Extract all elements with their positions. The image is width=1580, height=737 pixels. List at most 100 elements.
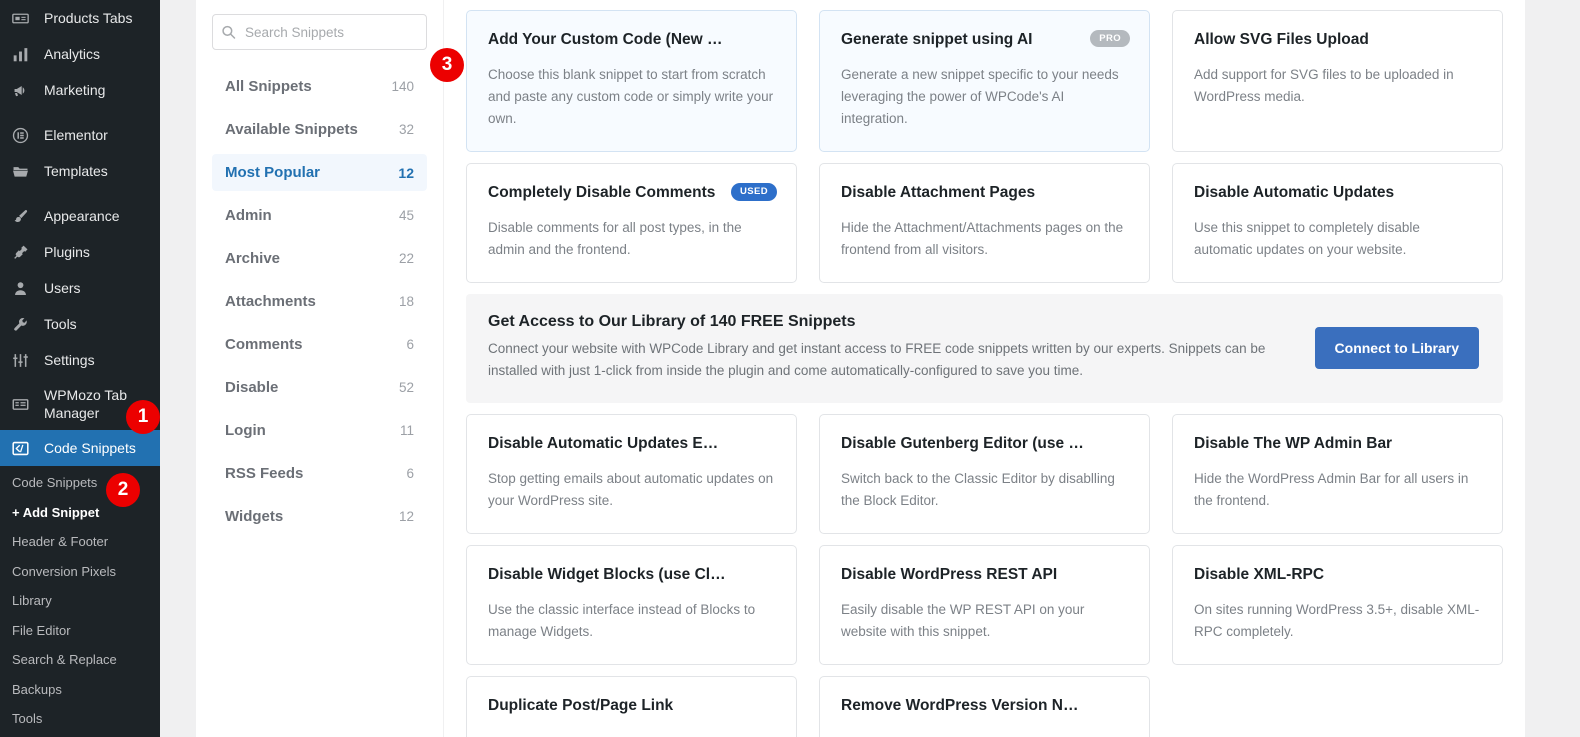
- snippet-card-add-your-custom-code-new-snippet[interactable]: Add Your Custom Code (New Snippet) Choose…: [466, 10, 797, 153]
- sidebar-item-label: Products Tabs: [44, 9, 133, 26]
- category-item-disable[interactable]: Disable 52: [212, 369, 427, 406]
- folder-icon: [12, 161, 36, 181]
- snippet-card-disable-xml-rpc[interactable]: Disable XML-RPC On sites running WordPres…: [1172, 545, 1503, 666]
- snippet-card-title: Disable Automatic Updates: [1194, 184, 1395, 202]
- category-label: Most Popular: [225, 164, 321, 181]
- snippet-row: Disable Widget Blocks (use Classic Wid..…: [466, 545, 1503, 666]
- category-item-attachments[interactable]: Attachments 18: [212, 283, 427, 320]
- sidebar-item-label: Code Snippets: [44, 440, 136, 457]
- elementor-icon: [12, 125, 36, 145]
- category-count: 6: [406, 466, 414, 481]
- category-count: 140: [391, 79, 414, 94]
- category-item-all-snippets[interactable]: All Snippets 140: [212, 68, 427, 105]
- category-count: 6: [406, 337, 414, 352]
- sidebar-item-label: Appearance: [44, 207, 120, 224]
- wp-admin-screen: Products Tabs Analytics Marketing Elementor…: [0, 0, 1580, 737]
- sidebar-item-settings[interactable]: Settings: [0, 342, 160, 378]
- snippet-card-disable-widget-blocks-use-classic-wid[interactable]: Disable Widget Blocks (use Classic Wid..…: [466, 545, 797, 666]
- category-label: Attachments: [225, 293, 316, 310]
- snippet-card-description: Hide the Attachment/Attachments pages on…: [841, 220, 1124, 258]
- sidebar-item-label: Marketing: [44, 81, 106, 98]
- snippet-card-description: Hide the WordPress Admin Bar for all use…: [1194, 471, 1469, 509]
- sidebar-item-templates[interactable]: Templates: [0, 153, 160, 189]
- sidebar-item-tools[interactable]: Tools: [0, 306, 160, 342]
- sidebar-item-elementor[interactable]: Elementor: [0, 117, 160, 153]
- category-label: Archive: [225, 250, 281, 267]
- snippet-card-remove-wordpress-version-number[interactable]: Remove WordPress Version Number: [819, 676, 1150, 737]
- sidebar-item-label: Tools: [44, 315, 77, 332]
- sidebar-item-label: Analytics: [44, 45, 101, 62]
- sidebar-item-label: Settings: [44, 351, 95, 368]
- category-count: 11: [399, 423, 414, 438]
- snippet-card-generate-snippet-using-ai[interactable]: Generate snippet using AI Generate a new …: [819, 10, 1150, 153]
- category-count: 12: [398, 509, 414, 524]
- snippet-card-allow-svg-files-upload[interactable]: Allow SVG Files Upload Add support for SV…: [1172, 10, 1503, 153]
- snippet-grid-top: Add Your Custom Code (New Snippet) Choose…: [466, 10, 1503, 284]
- snippet-card-title: Add Your Custom Code (New Snippet): [488, 31, 770, 48]
- submenu-item-add-snippet[interactable]: + Add Snippet: [0, 498, 160, 528]
- category-count: 32: [398, 122, 414, 137]
- user-icon: [12, 278, 36, 298]
- sidebar-item-plugins[interactable]: Plugins: [0, 234, 160, 270]
- product-tabs-icon: [12, 8, 36, 28]
- snippet-card-disable-wordpress-rest-api[interactable]: Disable WordPress REST API Easily disable…: [819, 545, 1150, 666]
- connect-to-library-button[interactable]: Connect to Library: [1314, 326, 1479, 369]
- category-item-login[interactable]: Login 11: [212, 412, 427, 449]
- snippet-card-description: Choose this blank snippet to start from …: [488, 67, 774, 127]
- wrench-icon: [12, 314, 36, 334]
- bar-chart-icon: [12, 44, 36, 64]
- snippet-row: Duplicate Post/Page Link Remove WordPress…: [466, 676, 1503, 737]
- snippet-card-description: Use the classic interface instead of Blo…: [488, 602, 756, 640]
- snippet-grid-bottom: Disable Automatic Updates Emails Stop get…: [466, 414, 1503, 737]
- sidebar-item-marketing[interactable]: Marketing: [0, 72, 160, 108]
- submenu-item-conversion-pixels[interactable]: Conversion Pixels: [0, 557, 160, 587]
- category-item-admin[interactable]: Admin 45: [212, 197, 427, 234]
- submenu-item-library[interactable]: Library: [0, 586, 160, 616]
- sidebar-item-analytics[interactable]: Analytics: [0, 36, 160, 72]
- sidebar-item-label: Elementor: [44, 126, 108, 143]
- sidebar-item-code-snippets[interactable]: Code Snippets: [0, 430, 160, 467]
- megaphone-icon: [12, 80, 36, 100]
- category-item-archive[interactable]: Archive 22: [212, 240, 427, 277]
- search-icon: [221, 25, 236, 40]
- submenu-item-tools[interactable]: Tools: [0, 704, 160, 734]
- tab-manager-icon: [12, 394, 36, 414]
- category-count: 45: [398, 208, 414, 223]
- category-item-widgets[interactable]: Widgets 12: [212, 498, 427, 535]
- step-marker-1: 1: [126, 400, 160, 434]
- snippet-row: Disable Automatic Updates Emails Stop get…: [466, 414, 1503, 535]
- wp-admin-sidebar: Products Tabs Analytics Marketing Elementor…: [0, 0, 160, 737]
- sidebar-item-users[interactable]: Users: [0, 270, 160, 306]
- submenu-item-search-replace[interactable]: Search & Replace: [0, 645, 160, 675]
- sliders-icon: [12, 350, 36, 370]
- category-label: Login: [225, 422, 266, 439]
- snippet-card-description: Easily disable the WP REST API on your w…: [841, 602, 1085, 640]
- sidebar-item-appearance[interactable]: Appearance: [0, 198, 160, 234]
- snippet-card-description: Use this snippet to completely disable a…: [1194, 220, 1420, 258]
- category-item-comments[interactable]: Comments 6: [212, 326, 427, 363]
- snippet-card-duplicate-post-page-link[interactable]: Duplicate Post/Page Link: [466, 676, 797, 737]
- snippet-card-disable-gutenberg-editor-use-classic[interactable]: Disable Gutenberg Editor (use Classic ..…: [819, 414, 1150, 535]
- search-input[interactable]: [212, 14, 427, 50]
- category-label: Widgets: [225, 508, 284, 525]
- submenu-item-header-footer[interactable]: Header & Footer: [0, 527, 160, 557]
- submenu-item-file-editor[interactable]: File Editor: [0, 616, 160, 646]
- snippet-card-title: Disable XML-RPC: [1194, 566, 1325, 584]
- right-edge-strip: [1525, 0, 1580, 737]
- snippet-card-disable-automatic-updates[interactable]: Disable Automatic Updates Use this snippe…: [1172, 163, 1503, 284]
- category-item-rss-feeds[interactable]: RSS Feeds 6: [212, 455, 427, 492]
- submenu-item-backups[interactable]: Backups: [0, 675, 160, 705]
- snippet-card-disable-the-wp-admin-bar[interactable]: Disable The WP Admin Bar Hide the WordPre…: [1172, 414, 1503, 535]
- snippet-card-disable-automatic-updates-emails[interactable]: Disable Automatic Updates Emails Stop get…: [466, 414, 797, 535]
- code-brackets-icon: [12, 438, 36, 458]
- snippet-card-title: Disable Attachment Pages: [841, 184, 1036, 202]
- category-item-available-snippets[interactable]: Available Snippets 32: [212, 111, 427, 148]
- category-count: 22: [398, 251, 414, 266]
- snippet-card-title: Disable Widget Blocks (use Classic Wid..…: [488, 566, 775, 584]
- snippet-card-disable-attachment-pages[interactable]: Disable Attachment Pages Hide the Attachm…: [819, 163, 1150, 284]
- snippet-card-title: Remove WordPress Version Number: [841, 697, 1111, 715]
- snippet-card-title: Disable WordPress REST API: [841, 566, 1058, 584]
- category-item-most-popular[interactable]: Most Popular 12: [212, 154, 427, 191]
- sidebar-item-products-tabs[interactable]: Products Tabs: [0, 0, 160, 36]
- snippet-card-completely-disable-comments[interactable]: Completely Disable Comments Disable comme…: [466, 163, 797, 284]
